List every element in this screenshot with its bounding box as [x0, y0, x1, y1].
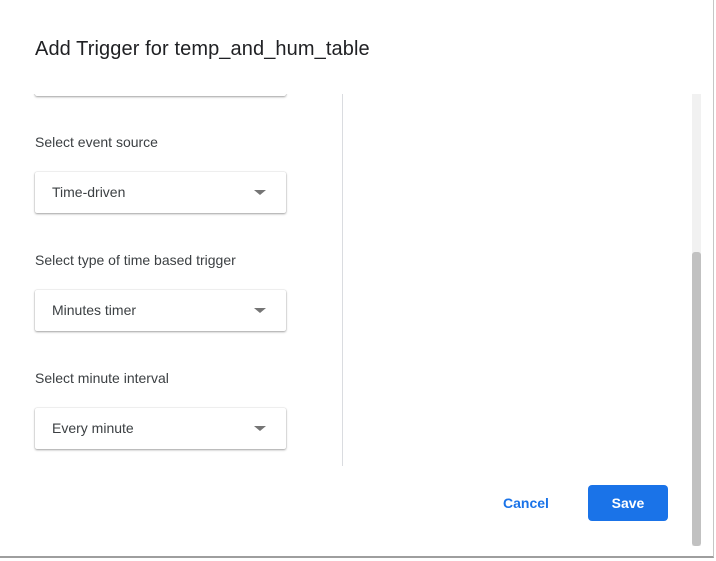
- minute-interval-value: Every minute: [52, 420, 134, 436]
- chevron-down-icon: [254, 190, 266, 195]
- chevron-down-icon: [254, 426, 266, 431]
- event-source-label: Select event source: [35, 134, 158, 150]
- minute-interval-select[interactable]: Every minute: [35, 408, 286, 449]
- event-source-value: Time-driven: [52, 184, 126, 200]
- event-source-select[interactable]: Time-driven: [35, 172, 286, 213]
- trigger-type-value: Minutes timer: [52, 302, 137, 318]
- trigger-type-select[interactable]: Minutes timer: [35, 290, 286, 331]
- chevron-down-icon: [254, 308, 266, 313]
- save-button[interactable]: Save: [588, 485, 668, 521]
- add-trigger-dialog: Add Trigger for temp_and_hum_table Selec…: [0, 0, 714, 558]
- minute-interval-label: Select minute interval: [35, 370, 169, 386]
- scrollbar-thumb[interactable]: [692, 252, 701, 546]
- dialog-title: Add Trigger for temp_and_hum_table: [35, 38, 370, 60]
- trigger-settings-pane: Select event source Time-driven Select t…: [0, 94, 342, 466]
- trigger-type-label: Select type of time based trigger: [35, 252, 236, 268]
- pane-divider: [342, 94, 343, 466]
- cancel-button[interactable]: Cancel: [490, 485, 562, 521]
- previous-select-box[interactable]: [35, 94, 286, 96]
